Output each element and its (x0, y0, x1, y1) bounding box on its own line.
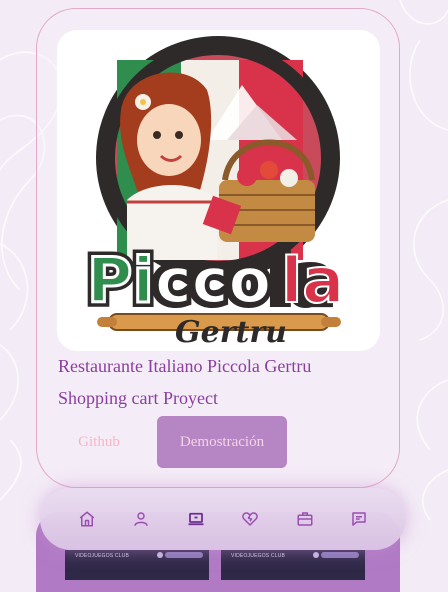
thumbnail-avatar (313, 552, 319, 558)
heart-icon (242, 512, 258, 526)
thumbnail-badge (165, 552, 203, 558)
bottom-navigation (40, 488, 406, 550)
project-title: Restaurante Italiano Piccola Gertru (58, 356, 312, 376)
home-icon (79, 511, 95, 527)
thumbnail-caption: VIDEOJUEGOS CLUB (231, 553, 286, 559)
nav-projects[interactable] (185, 508, 207, 530)
project-thumbnail: VIDEOJUEGOS CLUB (221, 550, 365, 580)
project-subtitle: Shopping cart Proyect (58, 388, 218, 408)
thumbnail-badge (321, 552, 359, 558)
project-logo: Piccola Pi Piccola cco la Gertru (57, 30, 380, 351)
thumbnail-avatar (157, 552, 163, 558)
laptop-icon (188, 512, 204, 526)
svg-text:cco: cco (155, 244, 271, 317)
nav-about[interactable] (130, 508, 152, 530)
briefcase-icon (297, 512, 313, 526)
user-icon (134, 512, 148, 526)
nav-contact[interactable] (348, 508, 370, 530)
thumbnail-caption: VIDEOJUEGOS CLUB (75, 553, 130, 559)
svg-text:Gertru: Gertru (175, 315, 287, 350)
nav-home[interactable] (76, 508, 98, 530)
project-thumbnail: VIDEOJUEGOS CLUB (65, 550, 209, 580)
nav-services[interactable] (239, 508, 261, 530)
github-link[interactable]: Github (58, 416, 140, 468)
demo-button[interactable]: Demostración (157, 416, 287, 468)
message-icon (352, 512, 366, 526)
svg-text:Pi: Pi (87, 244, 154, 317)
nav-experience[interactable] (294, 508, 316, 530)
svg-text:la: la (281, 244, 344, 317)
